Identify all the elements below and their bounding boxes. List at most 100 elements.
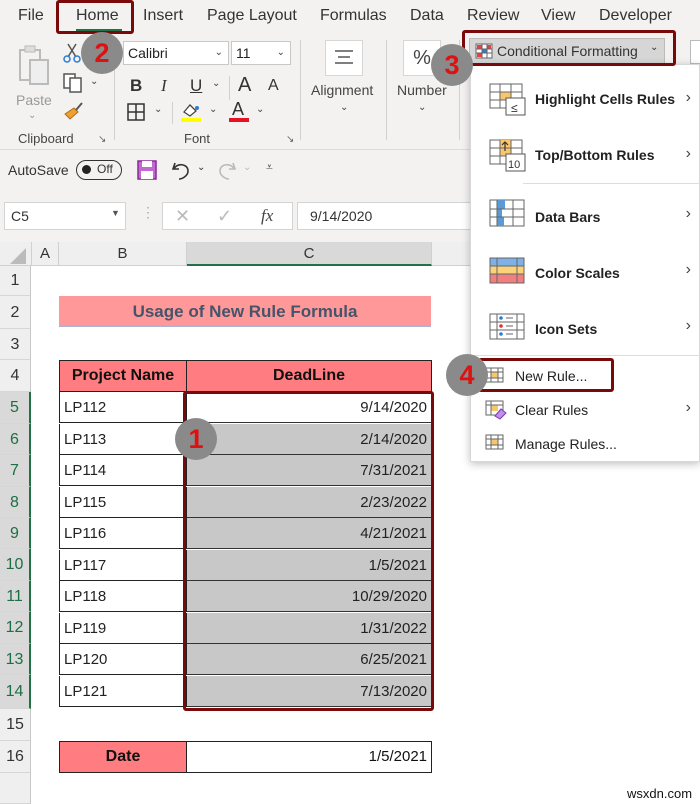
autosave-toggle[interactable]: Off [76, 160, 122, 180]
tab-data[interactable]: Data [410, 7, 444, 25]
row-header-16[interactable]: 16 [0, 741, 31, 773]
alignment-button[interactable] [325, 40, 363, 76]
menu-label: Data Bars [535, 209, 601, 225]
insert-function-icon[interactable]: fx [261, 206, 273, 226]
menu-item-manage-rules[interactable]: Manage Rules... [471, 427, 700, 461]
selection-highlight [183, 391, 434, 711]
enter-icon[interactable]: ✓ [217, 206, 232, 227]
project-name-cell[interactable]: LP117 [59, 549, 187, 581]
header-project-name[interactable]: Project Name [59, 360, 187, 392]
menu-item-icon-sets[interactable]: Icon Sets › [471, 299, 700, 355]
watermark: wsxdn.com [627, 786, 693, 801]
formula-bar-grip-icon: ⋮ [141, 204, 155, 220]
format-as-table-button[interactable] [690, 40, 700, 64]
row-header-9[interactable]: 9 [0, 518, 31, 549]
paste-button[interactable]: Paste ⌄ [16, 44, 52, 121]
redo-dropdown-icon[interactable]: ⌄ [243, 162, 251, 173]
row-header-15[interactable]: 15 [0, 709, 31, 741]
tab-insert[interactable]: Insert [143, 7, 183, 25]
fill-color-dropdown-icon[interactable]: ⌄ [209, 104, 217, 115]
row-header-13[interactable]: 13 [0, 644, 31, 675]
row-header-10[interactable]: 10 [0, 549, 31, 581]
date-value-cell[interactable]: 1/5/2021 [186, 741, 432, 773]
font-size-value: 11 [236, 45, 251, 61]
project-name-cell[interactable]: LP119 [59, 612, 187, 644]
column-header-b[interactable]: B [59, 242, 187, 266]
project-name-cell[interactable]: LP116 [59, 518, 187, 549]
project-name-cell[interactable]: LP113 [59, 423, 187, 455]
format-painter-icon[interactable] [62, 100, 84, 122]
name-box[interactable]: C5 ▼ [4, 202, 126, 230]
project-name-cell[interactable]: LP121 [59, 675, 187, 707]
column-header-a[interactable]: A [31, 242, 59, 266]
project-name-cell[interactable]: LP120 [59, 644, 187, 675]
sheet-title[interactable]: Usage of New Rule Formula [59, 296, 431, 327]
borders-icon[interactable] [126, 102, 146, 122]
row-header-5[interactable]: 5 [0, 392, 31, 424]
font-size-select[interactable]: 11 ⌄ [231, 41, 291, 65]
name-box-value: C5 [11, 208, 29, 224]
row-header-6[interactable]: 6 [0, 424, 31, 455]
highlight-cells-icon: ≤ [489, 83, 526, 116]
row-header-3[interactable]: 3 [0, 329, 31, 360]
cancel-icon[interactable]: ✕ [175, 206, 190, 227]
row-header-1[interactable]: 1 [0, 266, 31, 296]
save-icon[interactable] [136, 159, 158, 181]
step-badge-1: 1 [175, 418, 217, 460]
row-header-14[interactable]: 14 [0, 675, 31, 709]
font-name-select[interactable]: Calibri ⌄ [123, 41, 229, 65]
row-header-11[interactable]: 11 [0, 581, 31, 612]
select-all-icon[interactable] [10, 248, 28, 264]
underline-button[interactable]: U [190, 76, 202, 96]
fill-color-icon[interactable] [180, 100, 202, 124]
tab-file[interactable]: File [18, 7, 44, 25]
menu-item-top-bottom-rules[interactable]: 10 Top/Bottom Rules › [471, 127, 700, 183]
font-launcher-icon[interactable]: ↘ [286, 134, 294, 145]
row-header-7[interactable]: 7 [0, 455, 31, 487]
tab-page-layout[interactable]: Page Layout [207, 7, 297, 25]
project-name-cell[interactable]: LP118 [59, 581, 187, 612]
tab-formulas[interactable]: Formulas [320, 7, 387, 25]
alignment-label[interactable]: Alignment [311, 82, 373, 98]
underline-dropdown-icon[interactable]: ⌄ [212, 78, 220, 89]
row-header-12[interactable]: 12 [0, 612, 31, 644]
grow-font-button[interactable]: A [238, 74, 251, 97]
separator [386, 40, 387, 140]
separator [172, 102, 173, 124]
undo-icon[interactable] [170, 159, 192, 183]
formula-value: 9/14/2020 [310, 208, 373, 224]
clipboard-launcher-icon[interactable]: ↘ [98, 134, 106, 145]
copy-icon[interactable] [62, 72, 84, 94]
shrink-font-button[interactable]: A [268, 77, 279, 95]
tab-developer[interactable]: Developer [599, 7, 672, 25]
date-label-cell[interactable]: Date [59, 741, 187, 773]
header-deadline[interactable]: DeadLine [186, 360, 432, 392]
menu-item-highlight-cells-rules[interactable]: ≤ Highlight Cells Rules › [471, 71, 700, 127]
tab-review[interactable]: Review [467, 7, 519, 25]
bold-button[interactable]: B [130, 76, 142, 96]
project-name-cell[interactable]: LP115 [59, 486, 187, 518]
copy-dropdown-icon[interactable]: ⌄ [90, 76, 98, 87]
column-header-c[interactable]: C [187, 242, 432, 266]
menu-item-color-scales[interactable]: Color Scales › [471, 243, 700, 299]
font-color-icon[interactable]: A [228, 98, 250, 124]
font-group-label: Font [184, 131, 211, 146]
clipboard-group-label: Clipboard [18, 131, 74, 146]
font-color-dropdown-icon[interactable]: ⌄ [256, 104, 264, 115]
italic-button[interactable]: I [161, 76, 167, 96]
row-header-2[interactable]: 2 [0, 296, 31, 329]
menu-label: Top/Bottom Rules [535, 147, 655, 163]
undo-dropdown-icon[interactable]: ⌄ [197, 162, 205, 173]
number-label[interactable]: Number [397, 82, 447, 98]
redo-icon[interactable] [216, 159, 238, 183]
row-header-4[interactable]: 4 [0, 360, 31, 392]
borders-dropdown-icon[interactable]: ⌄ [154, 104, 162, 115]
cut-icon[interactable] [62, 42, 82, 64]
menu-item-clear-rules[interactable]: Clear Rules › [471, 393, 700, 427]
row-header-8[interactable]: 8 [0, 487, 31, 518]
project-name-cell[interactable]: LP112 [59, 392, 187, 423]
customize-qat-icon[interactable]: ⩡ [266, 160, 273, 175]
project-name-cell[interactable]: LP114 [59, 455, 187, 486]
menu-item-data-bars[interactable]: Data Bars › [471, 187, 700, 243]
tab-view[interactable]: View [541, 7, 575, 25]
